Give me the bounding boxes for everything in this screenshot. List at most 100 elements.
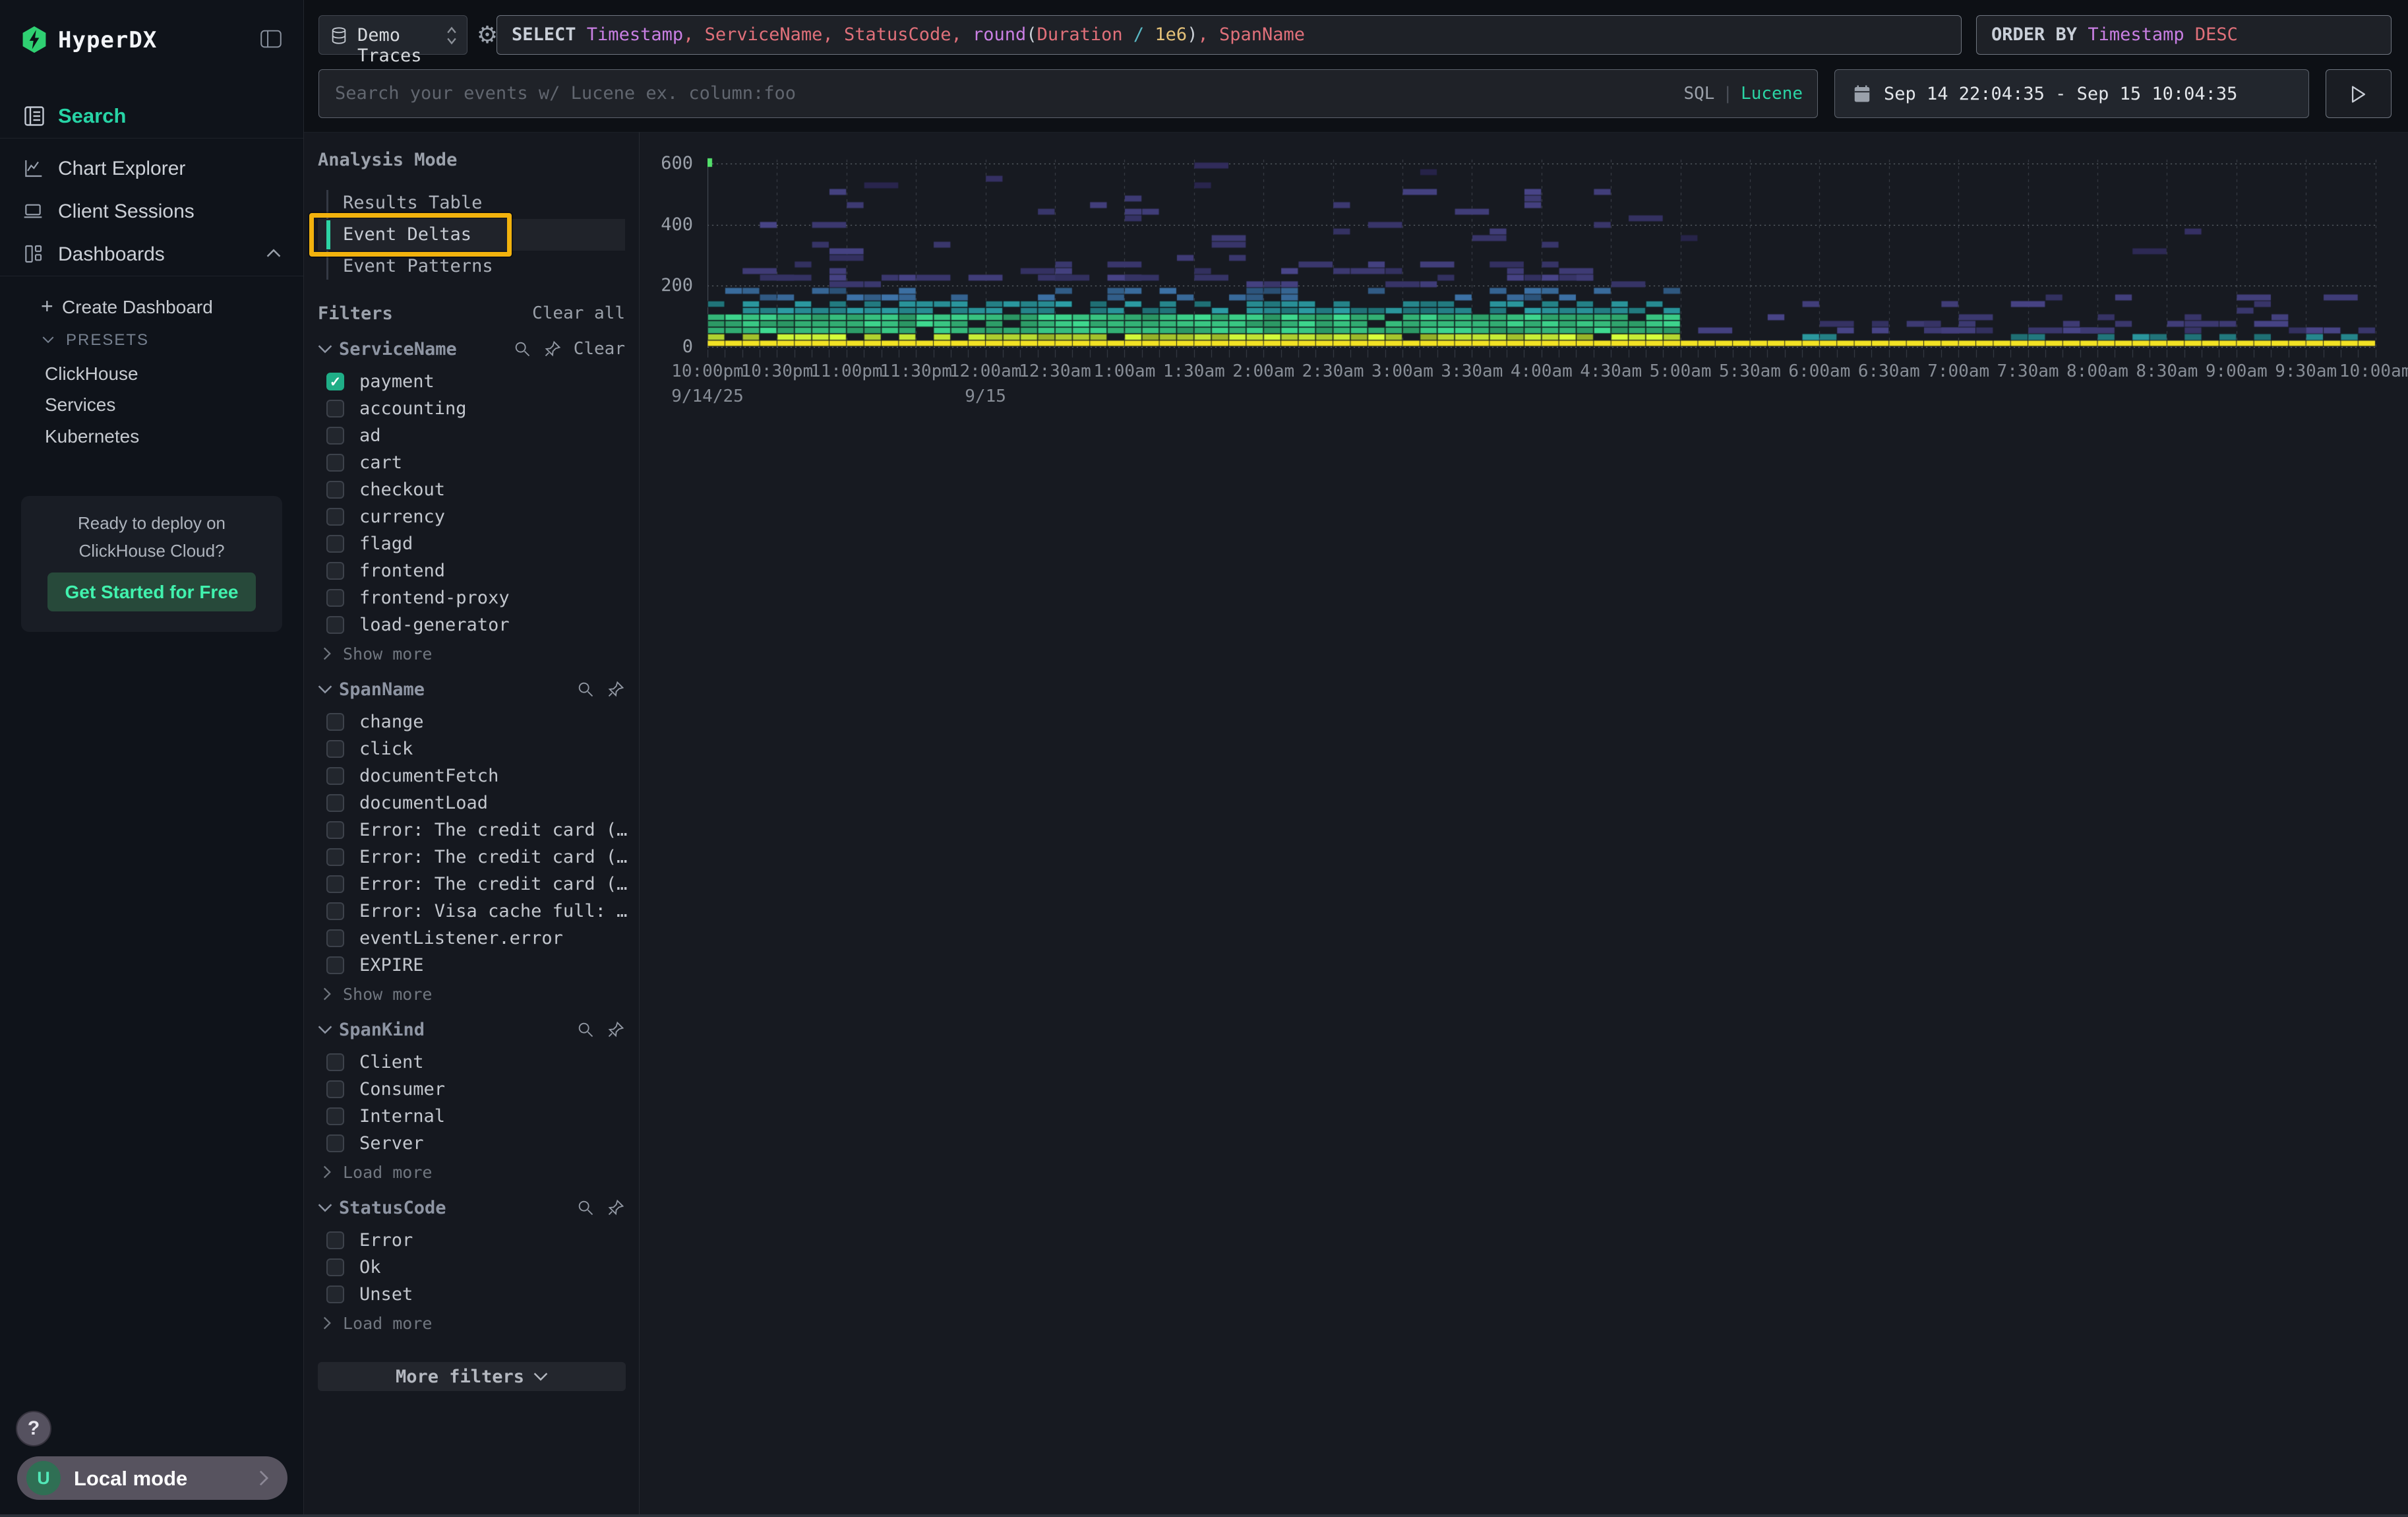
sidebar-item-clickhouse[interactable]: ClickHouse [0, 358, 303, 389]
search-icon[interactable] [576, 1198, 595, 1217]
source-select[interactable]: Demo Traces [318, 15, 467, 55]
checkbox-unchecked[interactable] [326, 454, 344, 472]
filter-option-internal[interactable]: Internal [318, 1103, 625, 1130]
filter-option-documentfetch[interactable]: documentFetch [318, 762, 625, 789]
search-icon[interactable] [513, 340, 531, 358]
checkbox-unchecked[interactable] [326, 848, 344, 866]
filter-option-error-the-credit-card[interactable]: Error: The credit card (… [318, 871, 625, 898]
filter-option-load-generator[interactable]: load-generator [318, 611, 625, 638]
chevron-down-icon[interactable] [318, 1025, 332, 1034]
checkbox-unchecked[interactable] [326, 1107, 344, 1125]
filter-option-client[interactable]: Client [318, 1049, 625, 1076]
local-mode-menu[interactable]: U Local mode [17, 1456, 287, 1500]
duration-heatmap-canvas[interactable] [707, 156, 2395, 373]
brand-name: HyperDX [58, 27, 157, 53]
filter-option-expire[interactable]: EXPIRE [318, 952, 625, 979]
clear-all-button[interactable]: Clear all [532, 303, 625, 323]
checkbox-unchecked[interactable] [326, 1134, 344, 1152]
checkbox-unchecked[interactable] [326, 400, 344, 418]
checkbox-unchecked[interactable] [326, 1285, 344, 1303]
search-icon[interactable] [576, 680, 595, 698]
checkbox-unchecked[interactable] [326, 767, 344, 785]
chevron-down-icon[interactable] [318, 1203, 332, 1212]
checkbox-unchecked[interactable] [326, 821, 344, 839]
filter-option-frontend-proxy[interactable]: frontend-proxy [318, 584, 625, 611]
analysis-mode-option-event-patterns[interactable]: Event Patterns [318, 251, 625, 282]
filter-option-checkout[interactable]: checkout [318, 476, 625, 503]
filter-option-error-the-credit-card[interactable]: Error: The credit card (… [318, 817, 625, 844]
filter-clear-button[interactable]: Clear [574, 339, 625, 359]
checkbox-unchecked[interactable] [326, 508, 344, 526]
pin-icon[interactable] [607, 1198, 625, 1217]
checkbox-unchecked[interactable] [326, 1053, 344, 1071]
sql-select-input[interactable]: SELECT Timestamp, ServiceName, StatusCod… [497, 15, 1962, 55]
help-button[interactable]: ? [16, 1411, 51, 1446]
checkbox-unchecked[interactable] [326, 902, 344, 920]
filter-option-payment[interactable]: payment [318, 368, 625, 395]
presets-section-toggle[interactable]: PRESETS [0, 327, 303, 354]
checkbox-unchecked[interactable] [326, 562, 344, 580]
filter-option-unset[interactable]: Unset [318, 1281, 625, 1308]
pin-icon[interactable] [543, 340, 562, 358]
more-filters-button[interactable]: More filters [318, 1362, 626, 1391]
chevron-up-icon[interactable] [266, 249, 281, 258]
create-dashboard-button[interactable]: + Create Dashboard [0, 290, 303, 322]
sidebar-item-kubernetes[interactable]: Kubernetes [0, 421, 303, 452]
analysis-mode-option-event-deltas[interactable]: Event Deltas [318, 219, 625, 251]
lucene-search-input[interactable]: Search your events w/ Lucene ex. column:… [318, 69, 1818, 118]
filter-option-currency[interactable]: currency [318, 503, 625, 530]
sidebar-collapse-icon[interactable] [260, 29, 282, 49]
checkbox-unchecked[interactable] [326, 427, 344, 445]
filter-option-ok[interactable]: Ok [318, 1254, 625, 1281]
checkbox-unchecked[interactable] [326, 1080, 344, 1098]
filter-option-error-the-credit-card[interactable]: Error: The credit card (… [318, 844, 625, 871]
filter-option-error[interactable]: Error [318, 1227, 625, 1254]
filter-option-error-visa-cache-full[interactable]: Error: Visa cache full: … [318, 898, 625, 925]
sidebar-item-chart-explorer[interactable]: Chart Explorer [0, 147, 303, 189]
checkbox-unchecked[interactable] [326, 535, 344, 553]
filter-option-accounting[interactable]: accounting [318, 395, 625, 422]
filter-option-documentload[interactable]: documentLoad [318, 789, 625, 817]
analysis-mode-option-results-table[interactable]: Results Table [318, 187, 625, 219]
show-more-button[interactable]: Show more [318, 638, 625, 669]
filter-option-frontend[interactable]: frontend [318, 557, 625, 584]
filter-option-cart[interactable]: cart [318, 449, 625, 476]
checkbox-unchecked[interactable] [326, 956, 344, 974]
sidebar-item-search[interactable]: Search [0, 99, 303, 135]
search-icon[interactable] [576, 1020, 595, 1039]
checkbox-unchecked[interactable] [326, 713, 344, 731]
toggle-sql[interactable]: SQL [1683, 84, 1714, 104]
filter-option-consumer[interactable]: Consumer [318, 1076, 625, 1103]
chevron-down-icon[interactable] [318, 685, 332, 694]
filter-option-ad[interactable]: ad [318, 422, 625, 449]
checkbox-unchecked[interactable] [326, 1231, 344, 1249]
checkbox-unchecked[interactable] [326, 740, 344, 758]
filter-option-flagd[interactable]: flagd [318, 530, 625, 557]
filter-option-server[interactable]: Server [318, 1130, 625, 1157]
checkbox-unchecked[interactable] [326, 481, 344, 499]
filter-option-click[interactable]: click [318, 735, 625, 762]
sql-orderby-input[interactable]: ORDER BY Timestamp DESC [1976, 15, 2392, 55]
chevron-down-icon[interactable] [318, 344, 332, 354]
filter-option-eventlistener-error[interactable]: eventListener.error [318, 925, 625, 952]
filter-option-change[interactable]: change [318, 708, 625, 735]
get-started-button[interactable]: Get Started for Free [47, 573, 256, 611]
checkbox-unchecked[interactable] [326, 875, 344, 893]
show-more-button[interactable]: Show more [318, 979, 625, 1009]
checkbox-unchecked[interactable] [326, 929, 344, 947]
pin-icon[interactable] [607, 1020, 625, 1039]
run-query-button[interactable] [2326, 69, 2392, 118]
load-more-button[interactable]: Load more [318, 1308, 625, 1338]
toggle-lucene[interactable]: Lucene [1741, 84, 1803, 104]
date-range-picker[interactable]: Sep 14 22:04:35 - Sep 15 10:04:35 [1834, 69, 2309, 118]
sidebar-item-dashboards[interactable]: Dashboards [0, 233, 303, 275]
checkbox-unchecked[interactable] [326, 794, 344, 812]
checkbox-checked[interactable] [326, 373, 344, 390]
sidebar-item-services[interactable]: Services [0, 389, 303, 420]
checkbox-unchecked[interactable] [326, 589, 344, 607]
checkbox-unchecked[interactable] [326, 616, 344, 634]
load-more-button[interactable]: Load more [318, 1157, 625, 1187]
pin-icon[interactable] [607, 680, 625, 698]
checkbox-unchecked[interactable] [326, 1258, 344, 1276]
sidebar-item-client-sessions[interactable]: Client Sessions [0, 190, 303, 232]
